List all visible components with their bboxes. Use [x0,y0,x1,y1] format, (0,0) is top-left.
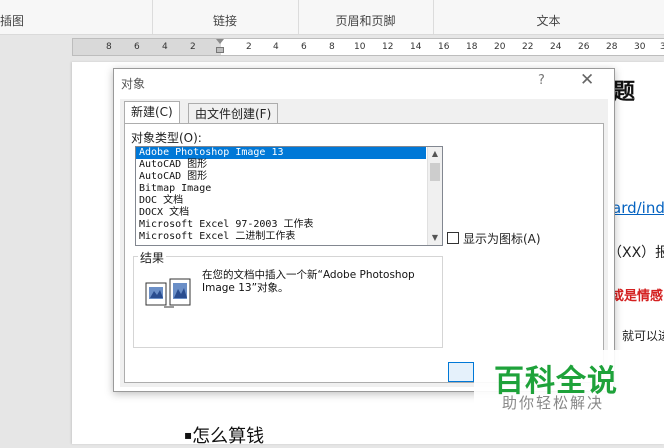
result-label: 结果 [138,249,167,266]
ribbon-group-label: 文本 [536,14,561,28]
ribbon-group-links[interactable]: 链接 [152,0,299,34]
ruler-tick: 24 [550,42,562,52]
ruler-tick: 22 [522,42,534,52]
ruler-tick: 2 [246,42,252,52]
indent-marker[interactable] [216,39,224,53]
horizontal-ruler[interactable]: 8 6 4 2 2 4 6 8 10 12 14 16 18 20 22 24 … [72,38,664,56]
ruler-tick: 10 [354,42,366,52]
show-as-icon-checkbox[interactable] [447,232,459,244]
dialog-body: 新建(C) 由文件创建(F) 对象类型(O): Adobe Photoshop … [120,99,608,387]
dialog-title: 对象 [121,77,146,91]
tab-create-from-file[interactable]: 由文件创建(F) [188,103,279,123]
ribbon-group-illustrations[interactable]: 插图 [0,0,153,34]
ruler-tick: 30 [634,42,646,52]
tab-create-new[interactable]: 新建(C) [124,101,180,123]
object-type-item[interactable]: AutoCAD 图形 [136,159,442,171]
ruler-tick: 2 [190,42,196,52]
ruler-tick: 26 [578,42,590,52]
result-description: 在您的文档中插入一个新“Adobe Photoshop Image 13”对象。 [202,269,415,294]
object-type-item[interactable]: AutoCAD 图形 [136,171,442,183]
object-type-item[interactable]: Microsoft Excel 二进制工作表 [136,231,442,243]
ruler-tick: 14 [410,42,422,52]
doc-text-line: （XX）报 [608,245,664,261]
ribbon: 插图 链接 页眉和页脚 文本 [0,0,664,35]
dialog-titlebar[interactable]: 对象 ? ✕ [114,69,614,99]
object-type-label: 对象类型(O): [131,131,202,145]
ruler-tick: 32 [660,42,664,52]
object-type-item[interactable]: DOC 文档 [136,195,442,207]
ok-button[interactable] [448,362,474,382]
tab-panel-create-new: 对象类型(O): Adobe Photoshop Image 13 AutoCAD… [124,123,604,383]
ruler-tick: 4 [273,42,279,52]
first-line-indent-icon [216,39,224,44]
result-group: 结果 在您的文档中插入一个新“Adobe Photoshop Image 13”… [133,249,443,348]
ruler-tick: 18 [466,42,478,52]
bullet-icon: ▪ [184,428,193,442]
show-as-icon-label[interactable]: 显示为图标(A) [463,230,541,247]
listbox-scrollbar[interactable]: ▲ ▼ [427,147,442,245]
object-type-item[interactable]: Adobe Photoshop Image 13 [136,147,426,159]
scroll-down-icon[interactable]: ▼ [428,231,442,245]
ruler-tick: 28 [606,42,618,52]
ribbon-group-label: 插图 [0,14,25,28]
object-type-item[interactable]: Bitmap Image [136,183,442,195]
brand-slogan: 助你轻松解决 [502,394,605,412]
close-button[interactable]: ✕ [580,70,594,90]
object-preview-icon [145,278,191,308]
ruler-tick: 4 [162,42,168,52]
ribbon-group-text[interactable]: 文本 [433,0,664,34]
help-button[interactable]: ? [538,73,545,88]
ruler-tick: 6 [134,42,140,52]
ribbon-group-label: 链接 [212,14,237,28]
doc-title-tail: 题 [613,80,636,105]
scrollbar-thumb[interactable] [430,163,440,181]
ruler-tick: 12 [382,42,394,52]
object-type-listbox[interactable]: Adobe Photoshop Image 13 AutoCAD 图形 AutoCA… [135,146,443,246]
ribbon-group-header-footer[interactable]: 页眉和页脚 [298,0,434,34]
doc-link[interactable]: ard/ind [612,199,664,217]
ruler-tick: 6 [301,42,307,52]
doc-red-text: 或是情感 [611,289,664,304]
ribbon-group-label: 页眉和页脚 [335,14,396,28]
brand-watermark: 百科全说 助你轻松解决 [474,350,664,444]
object-dialog: 对象 ? ✕ 新建(C) 由文件创建(F) 对象类型(O): Adobe Pho… [113,68,615,392]
ruler-tick: 8 [329,42,335,52]
scroll-up-icon[interactable]: ▲ [428,147,442,161]
object-type-item[interactable]: Microsoft Excel 97-2003 工作表 [136,219,442,231]
left-indent-icon [216,47,224,53]
ruler-tick: 16 [438,42,450,52]
doc-bullet-heading: ▪怎么算钱 [184,422,264,448]
ruler-tick: 20 [494,42,506,52]
ruler-margin-area [73,39,221,55]
object-type-item[interactable]: DOCX 文档 [136,207,442,219]
doc-text-line: 就可以进 [622,329,664,343]
ruler-tick: 8 [106,42,112,52]
